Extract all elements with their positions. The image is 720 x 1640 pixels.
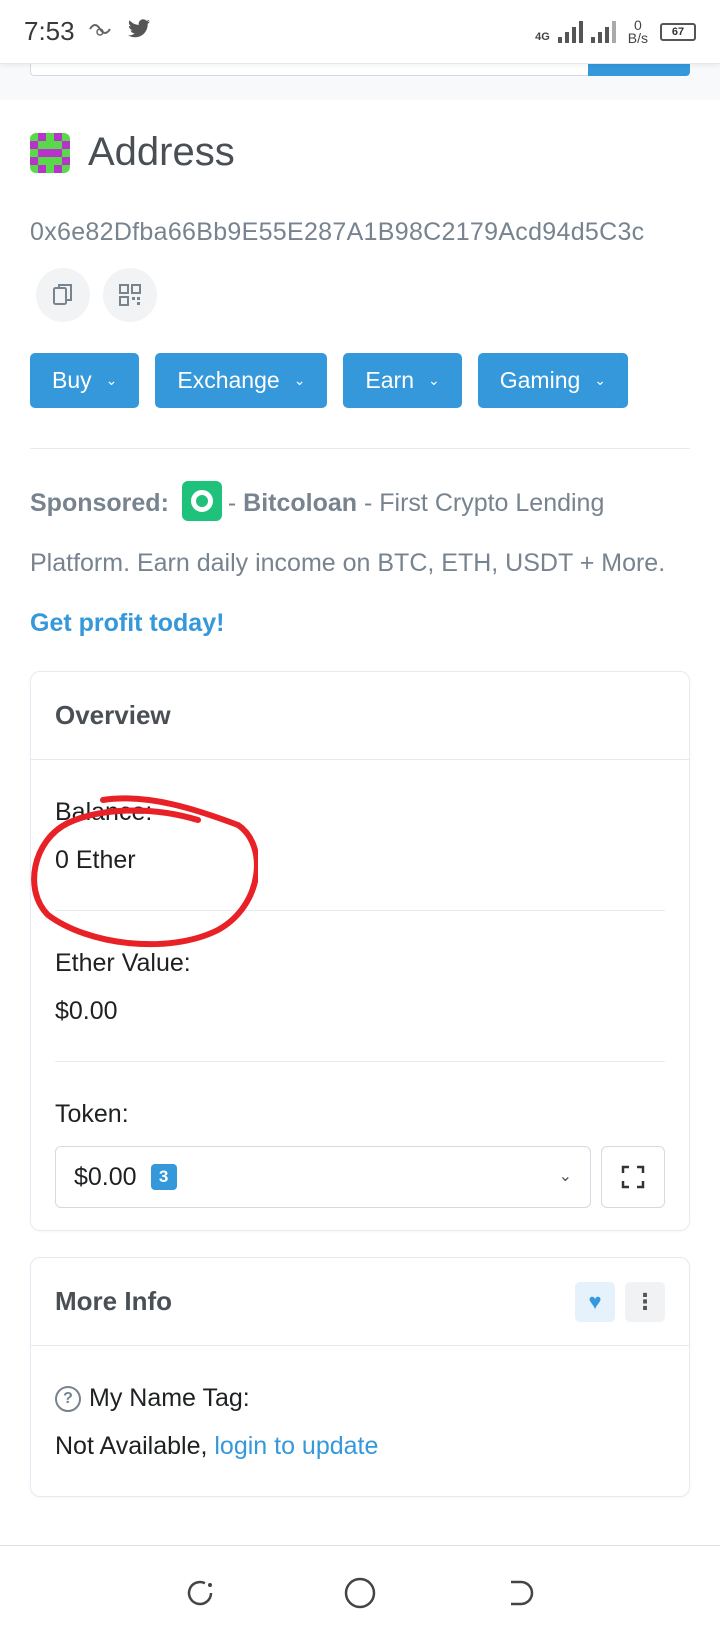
overview-title: Overview	[31, 672, 689, 760]
more-info-card: More Info ♥ ⋮ ? My Name Tag: Not Availabl…	[30, 1257, 690, 1497]
balance-label: Balance:	[55, 798, 153, 826]
search-button[interactable]	[588, 64, 690, 76]
chevron-down-icon: ⌄	[558, 1168, 572, 1185]
heart-icon: ♥	[588, 1288, 602, 1314]
copy-address-button[interactable]	[36, 268, 90, 323]
battery-icon: 67	[660, 22, 696, 41]
recent-apps-button[interactable]	[180, 1573, 220, 1613]
search-input[interactable]	[30, 64, 590, 76]
qr-code-button[interactable]	[103, 268, 158, 323]
signal-icon	[557, 20, 583, 43]
favorite-button[interactable]: ♥	[575, 1281, 615, 1322]
twitter-icon	[125, 17, 153, 46]
balance-value: 0 Ether	[55, 846, 136, 874]
chevron-down-icon: ⌄	[293, 372, 306, 388]
search-bar	[0, 64, 720, 100]
token-label: Token:	[55, 1100, 129, 1128]
sponsored-brand[interactable]: Bitcoloan	[243, 489, 357, 517]
back-icon	[511, 1580, 534, 1606]
more-options-button[interactable]: ⋮	[625, 1281, 665, 1322]
chevron-down-icon: ⌄	[594, 372, 607, 388]
signal-2-icon	[590, 20, 616, 43]
name-tag-row: ? My Name Tag: Not Available, login to up…	[55, 1346, 665, 1496]
recent-apps-icon	[187, 1580, 213, 1606]
system-nav-bar	[0, 1545, 720, 1640]
network-type: 4G	[535, 30, 550, 43]
exchange-dropdown-button[interactable]: Exchange ⌄	[155, 353, 328, 408]
action-buttons: Buy ⌄ Exchange ⌄ Earn ⌄ Gaming ⌄	[30, 353, 690, 408]
token-value: $0.00	[74, 1163, 137, 1191]
ether-value: $0.00	[55, 997, 118, 1025]
address-header: Address	[30, 130, 690, 175]
balance-row: Balance: 0 Ether	[55, 760, 665, 911]
token-dropdown[interactable]: $0.00 3 ⌄	[55, 1146, 591, 1208]
gaming-dropdown-button[interactable]: Gaming ⌄	[477, 353, 629, 408]
back-button[interactable]	[500, 1573, 540, 1613]
page-title: Address	[88, 130, 235, 174]
login-to-update-link[interactable]: login to update	[214, 1432, 378, 1460]
expand-tokens-button[interactable]	[601, 1146, 665, 1208]
status-bar: 7:53 4G 0 B/s 67	[0, 0, 720, 64]
more-info-title: More Info	[55, 1286, 172, 1316]
divider	[30, 448, 690, 449]
address-avatar	[30, 132, 70, 173]
help-icon[interactable]: ?	[55, 1386, 81, 1413]
earn-dropdown-button[interactable]: Earn ⌄	[343, 353, 462, 408]
data-speed: 0 B/s	[627, 16, 648, 46]
status-time: 7:53	[24, 16, 75, 46]
ether-value-label: Ether Value:	[55, 949, 191, 977]
main-content: Address 0x6e82Dfba66Bb9E55E287A1B98C2179…	[30, 100, 690, 1497]
kebab-menu-icon: ⋮	[634, 1288, 656, 1314]
sponsored-label: Sponsored:	[30, 489, 169, 517]
home-circle-icon	[344, 1577, 376, 1609]
sponsored-cta-link[interactable]: Get profit today!	[30, 609, 224, 637]
token-row: Token: $0.00 3 ⌄	[55, 1062, 665, 1230]
expand-icon	[621, 1165, 645, 1189]
address-hash-block: 0x6e82Dfba66Bb9E55E287A1B98C2179Acd94d5C…	[30, 201, 690, 325]
name-tag-label: My Name Tag:	[89, 1384, 250, 1412]
overview-card: Overview Balance: 0 Ether Ether Value: $…	[30, 671, 690, 1231]
chevron-down-icon: ⌄	[428, 372, 440, 388]
sponsored-banner: Sponsored: - Bitcoloan - First Crypto Le…	[30, 473, 690, 653]
token-count-badge: 3	[150, 1164, 177, 1190]
name-tag-value: Not Available,	[55, 1432, 208, 1460]
home-button[interactable]	[340, 1573, 380, 1613]
chevron-down-icon: ⌄	[105, 372, 118, 388]
more-info-header: More Info ♥ ⋮	[31, 1258, 689, 1346]
copy-icon	[53, 284, 72, 306]
bitcoloan-logo-icon	[181, 481, 222, 522]
buy-dropdown-button[interactable]: Buy ⌄	[30, 353, 140, 408]
qr-code-icon	[119, 284, 142, 307]
notification-app-icon	[87, 19, 113, 44]
ether-value-row: Ether Value: $0.00	[55, 911, 665, 1062]
address-hash: 0x6e82Dfba66Bb9E55E287A1B98C2179Acd94d5C…	[30, 218, 645, 246]
